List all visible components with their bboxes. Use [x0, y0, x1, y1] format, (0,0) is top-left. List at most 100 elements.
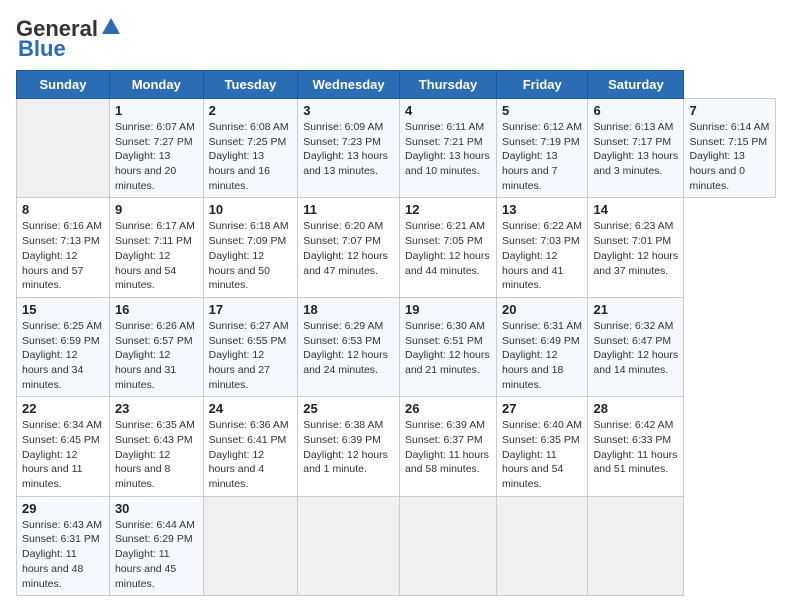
- day-number: 15: [22, 302, 104, 317]
- calendar-cell: 22 Sunrise: 6:34 AMSunset: 6:45 PMDayligh…: [17, 397, 110, 496]
- day-info: Sunrise: 6:13 AMSunset: 7:17 PMDaylight:…: [593, 120, 678, 179]
- calendar-cell: 24 Sunrise: 6:36 AMSunset: 6:41 PMDayligh…: [203, 397, 298, 496]
- day-info: Sunrise: 6:08 AMSunset: 7:25 PMDaylight:…: [209, 120, 293, 193]
- day-number: 12: [405, 202, 491, 217]
- day-info: Sunrise: 6:31 AMSunset: 6:49 PMDaylight:…: [502, 319, 582, 392]
- calendar-cell: 20Sunrise: 6:31 AMSunset: 6:49 PMDayligh…: [496, 297, 587, 396]
- day-number: 21: [593, 302, 678, 317]
- day-number: 6: [593, 103, 678, 118]
- day-info: Sunrise: 6:21 AMSunset: 7:05 PMDaylight:…: [405, 219, 491, 278]
- calendar-cell: 10 Sunrise: 6:18 AMSunset: 7:09 PMDayligh…: [203, 198, 298, 297]
- day-info: Sunrise: 6:40 AMSunset: 6:35 PMDaylight:…: [502, 418, 582, 491]
- day-info: Sunrise: 6:11 AMSunset: 7:21 PMDaylight:…: [405, 120, 491, 179]
- day-number: 2: [209, 103, 293, 118]
- day-number: 25: [303, 401, 394, 416]
- day-number: 5: [502, 103, 582, 118]
- day-number: 23: [115, 401, 198, 416]
- calendar-cell: 11 Sunrise: 6:20 AMSunset: 7:07 PMDayligh…: [298, 198, 400, 297]
- day-info: Sunrise: 6:09 AMSunset: 7:23 PMDaylight:…: [303, 120, 394, 179]
- calendar-cell: 8 Sunrise: 6:16 AMSunset: 7:13 PMDaylight…: [17, 198, 110, 297]
- calendar-cell: 15 Sunrise: 6:25 AMSunset: 6:59 PMDayligh…: [17, 297, 110, 396]
- day-number: 27: [502, 401, 582, 416]
- day-number: 22: [22, 401, 104, 416]
- day-number: 30: [115, 501, 198, 516]
- day-number: 26: [405, 401, 491, 416]
- day-info: Sunrise: 6:38 AMSunset: 6:39 PMDaylight:…: [303, 418, 394, 477]
- calendar-cell: 12 Sunrise: 6:21 AMSunset: 7:05 PMDayligh…: [399, 198, 496, 297]
- day-info: Sunrise: 6:14 AMSunset: 7:15 PMDaylight:…: [689, 120, 770, 193]
- day-number: 1: [115, 103, 198, 118]
- day-info: Sunrise: 6:39 AMSunset: 6:37 PMDaylight:…: [405, 418, 491, 477]
- calendar-cell: [203, 496, 298, 595]
- page-header: General Blue: [16, 16, 776, 62]
- day-number: 14: [593, 202, 678, 217]
- calendar-cell: 27 Sunrise: 6:40 AMSunset: 6:35 PMDayligh…: [496, 397, 587, 496]
- logo-icon: [100, 16, 122, 38]
- calendar-cell: 1 Sunrise: 6:07 AMSunset: 7:27 PMDaylight…: [109, 99, 203, 198]
- calendar-cell: 2 Sunrise: 6:08 AMSunset: 7:25 PMDaylight…: [203, 99, 298, 198]
- calendar-cell: 14Sunrise: 6:23 AMSunset: 7:01 PMDayligh…: [588, 198, 684, 297]
- day-info: Sunrise: 6:34 AMSunset: 6:45 PMDaylight:…: [22, 418, 104, 491]
- day-number: 28: [593, 401, 678, 416]
- col-header-sunday: Sunday: [17, 71, 110, 99]
- calendar-cell: 3 Sunrise: 6:09 AMSunset: 7:23 PMDaylight…: [298, 99, 400, 198]
- calendar-cell: 5Sunrise: 6:12 AMSunset: 7:19 PMDaylight…: [496, 99, 587, 198]
- calendar-cell: 4 Sunrise: 6:11 AMSunset: 7:21 PMDaylight…: [399, 99, 496, 198]
- calendar-cell: 26 Sunrise: 6:39 AMSunset: 6:37 PMDayligh…: [399, 397, 496, 496]
- day-number: 7: [689, 103, 770, 118]
- day-number: 9: [115, 202, 198, 217]
- calendar-cell: [17, 99, 110, 198]
- day-number: 24: [209, 401, 293, 416]
- day-info: Sunrise: 6:26 AMSunset: 6:57 PMDaylight:…: [115, 319, 198, 392]
- day-number: 8: [22, 202, 104, 217]
- day-number: 29: [22, 501, 104, 516]
- day-info: Sunrise: 6:36 AMSunset: 6:41 PMDaylight:…: [209, 418, 293, 491]
- col-header-monday: Monday: [109, 71, 203, 99]
- calendar-cell: 6 Sunrise: 6:13 AMSunset: 7:17 PMDaylight…: [588, 99, 684, 198]
- calendar-cell: 23 Sunrise: 6:35 AMSunset: 6:43 PMDayligh…: [109, 397, 203, 496]
- day-number: 17: [209, 302, 293, 317]
- day-info: Sunrise: 6:32 AMSunset: 6:47 PMDaylight:…: [593, 319, 678, 378]
- calendar-cell: 30 Sunrise: 6:44 AMSunset: 6:29 PMDayligh…: [109, 496, 203, 595]
- col-header-tuesday: Tuesday: [203, 71, 298, 99]
- day-info: Sunrise: 6:35 AMSunset: 6:43 PMDaylight:…: [115, 418, 198, 491]
- calendar-cell: 13Sunrise: 6:22 AMSunset: 7:03 PMDayligh…: [496, 198, 587, 297]
- calendar-cell: 17 Sunrise: 6:27 AMSunset: 6:55 PMDayligh…: [203, 297, 298, 396]
- day-info: Sunrise: 6:07 AMSunset: 7:27 PMDaylight:…: [115, 120, 198, 193]
- day-info: Sunrise: 6:43 AMSunset: 6:31 PMDaylight:…: [22, 518, 104, 591]
- calendar-cell: [399, 496, 496, 595]
- calendar-cell: 9 Sunrise: 6:17 AMSunset: 7:11 PMDaylight…: [109, 198, 203, 297]
- calendar-table: SundayMondayTuesdayWednesdayThursdayFrid…: [16, 70, 776, 596]
- col-header-wednesday: Wednesday: [298, 71, 400, 99]
- day-info: Sunrise: 6:27 AMSunset: 6:55 PMDaylight:…: [209, 319, 293, 392]
- col-header-thursday: Thursday: [399, 71, 496, 99]
- day-info: Sunrise: 6:25 AMSunset: 6:59 PMDaylight:…: [22, 319, 104, 392]
- day-number: 10: [209, 202, 293, 217]
- day-info: Sunrise: 6:20 AMSunset: 7:07 PMDaylight:…: [303, 219, 394, 278]
- day-number: 4: [405, 103, 491, 118]
- calendar-cell: [496, 496, 587, 595]
- day-info: Sunrise: 6:16 AMSunset: 7:13 PMDaylight:…: [22, 219, 104, 292]
- col-header-saturday: Saturday: [588, 71, 684, 99]
- calendar-cell: [588, 496, 684, 595]
- logo: General Blue: [16, 16, 122, 62]
- calendar-cell: 28 Sunrise: 6:42 AMSunset: 6:33 PMDayligh…: [588, 397, 684, 496]
- calendar-cell: 21 Sunrise: 6:32 AMSunset: 6:47 PMDayligh…: [588, 297, 684, 396]
- day-info: Sunrise: 6:42 AMSunset: 6:33 PMDaylight:…: [593, 418, 678, 477]
- calendar-cell: 16 Sunrise: 6:26 AMSunset: 6:57 PMDayligh…: [109, 297, 203, 396]
- calendar-cell: 7 Sunrise: 6:14 AMSunset: 7:15 PMDaylight…: [684, 99, 776, 198]
- logo-text-blue: Blue: [18, 36, 66, 62]
- col-header-friday: Friday: [496, 71, 587, 99]
- day-info: Sunrise: 6:18 AMSunset: 7:09 PMDaylight:…: [209, 219, 293, 292]
- day-number: 16: [115, 302, 198, 317]
- day-info: Sunrise: 6:17 AMSunset: 7:11 PMDaylight:…: [115, 219, 198, 292]
- day-info: Sunrise: 6:44 AMSunset: 6:29 PMDaylight:…: [115, 518, 198, 591]
- day-info: Sunrise: 6:22 AMSunset: 7:03 PMDaylight:…: [502, 219, 582, 292]
- calendar-cell: 18Sunrise: 6:29 AMSunset: 6:53 PMDayligh…: [298, 297, 400, 396]
- day-number: 11: [303, 202, 394, 217]
- day-info: Sunrise: 6:29 AMSunset: 6:53 PMDaylight:…: [303, 319, 394, 378]
- calendar-cell: [298, 496, 400, 595]
- calendar-cell: 25 Sunrise: 6:38 AMSunset: 6:39 PMDayligh…: [298, 397, 400, 496]
- day-number: 3: [303, 103, 394, 118]
- day-number: 19: [405, 302, 491, 317]
